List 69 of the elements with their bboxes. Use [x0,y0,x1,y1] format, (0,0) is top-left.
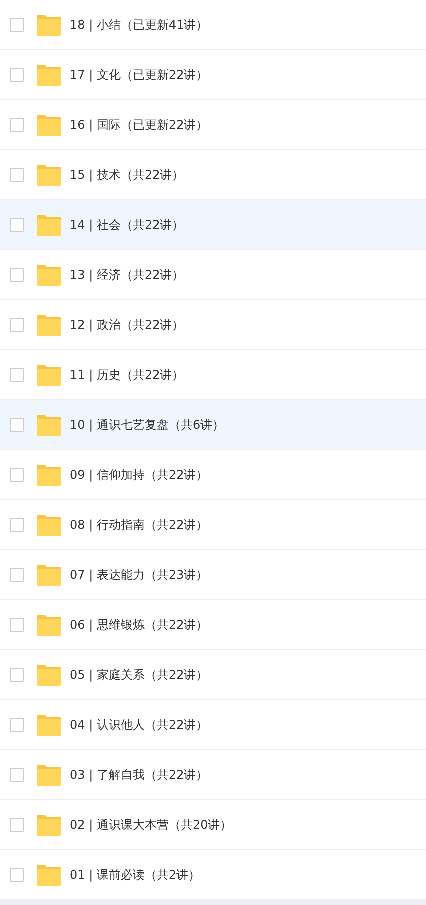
folder-row[interactable]: 08 | 行动指南（共22讲） [0,500,426,550]
folder-name: 18 | 小结（已更新41讲） [70,16,208,34]
folder-name: 11 | 历史（共22讲） [70,366,184,384]
folder-icon [37,814,61,836]
folder-row[interactable]: 18 | 小结（已更新41讲） [0,0,426,50]
folder-icon [37,714,61,736]
folder-icon [37,464,61,486]
checkbox[interactable] [10,518,24,532]
checkbox[interactable] [10,118,24,132]
folder-name: 08 | 行动指南（共22讲） [70,516,208,534]
checkbox[interactable] [10,318,24,332]
checkbox[interactable] [10,468,24,482]
folder-name: 10 | 通识七艺复盘（共6讲） [70,416,225,434]
folder-row[interactable]: 06 | 思维锻炼（共22讲） [0,600,426,650]
folder-icon [37,664,61,686]
folder-icon [37,64,61,86]
checkbox[interactable] [10,368,24,382]
folder-icon [37,414,61,436]
folder-row[interactable]: 02 | 通识课大本营（共20讲） [0,800,426,850]
checkbox[interactable] [10,168,24,182]
folder-icon [37,264,61,286]
folder-name: 13 | 经济（共22讲） [70,266,184,284]
folder-icon [37,564,61,586]
folder-row[interactable]: 12 | 政治（共22讲） [0,300,426,350]
folder-row[interactable]: 13 | 经济（共22讲） [0,250,426,300]
folder-icon [37,14,61,36]
folder-name: 17 | 文化（已更新22讲） [70,66,208,84]
folder-row[interactable]: 05 | 家庭关系（共22讲） [0,650,426,700]
folder-name: 03 | 了解自我（共22讲） [70,766,208,784]
folder-row[interactable]: 04 | 认识他人（共22讲） [0,700,426,750]
checkbox[interactable] [10,568,24,582]
folder-icon [37,614,61,636]
folder-name: 12 | 政治（共22讲） [70,316,184,334]
checkbox[interactable] [10,718,24,732]
checkbox[interactable] [10,18,24,32]
checkbox[interactable] [10,618,24,632]
checkbox[interactable] [10,418,24,432]
checkbox[interactable] [10,768,24,782]
folder-icon [37,864,61,886]
folder-row[interactable]: 16 | 国际（已更新22讲） [0,100,426,150]
checkbox[interactable] [10,268,24,282]
folder-row[interactable]: 17 | 文化（已更新22讲） [0,50,426,100]
folder-name: 02 | 通识课大本营（共20讲） [70,816,232,834]
folder-row[interactable]: 10 | 通识七艺复盘（共6讲） [0,400,426,450]
folder-row[interactable]: 09 | 信仰加持（共22讲） [0,450,426,500]
checkbox[interactable] [10,668,24,682]
checkbox[interactable] [10,68,24,82]
folder-row[interactable]: 14 | 社会（共22讲） [0,200,426,250]
folder-name: 09 | 信仰加持（共22讲） [70,466,208,484]
folder-name: 06 | 思维锻炼（共22讲） [70,616,208,634]
folder-row[interactable]: 07 | 表达能力（共23讲） [0,550,426,600]
folder-icon [37,214,61,236]
checkbox[interactable] [10,218,24,232]
folder-name: 15 | 技术（共22讲） [70,166,184,184]
folder-name: 14 | 社会（共22讲） [70,216,184,234]
folder-row[interactable]: 03 | 了解自我（共22讲） [0,750,426,800]
folder-icon [37,364,61,386]
folder-name: 01 | 课前必读（共2讲） [70,866,201,884]
folder-icon [37,114,61,136]
folder-name: 05 | 家庭关系（共22讲） [70,666,208,684]
folder-icon [37,514,61,536]
folder-name: 16 | 国际（已更新22讲） [70,116,208,134]
checkbox[interactable] [10,818,24,832]
checkbox[interactable] [10,868,24,882]
folder-icon [37,164,61,186]
folder-name: 04 | 认识他人（共22讲） [70,716,208,734]
folder-name: 07 | 表达能力（共23讲） [70,566,208,584]
folder-icon [37,314,61,336]
folder-icon [37,764,61,786]
